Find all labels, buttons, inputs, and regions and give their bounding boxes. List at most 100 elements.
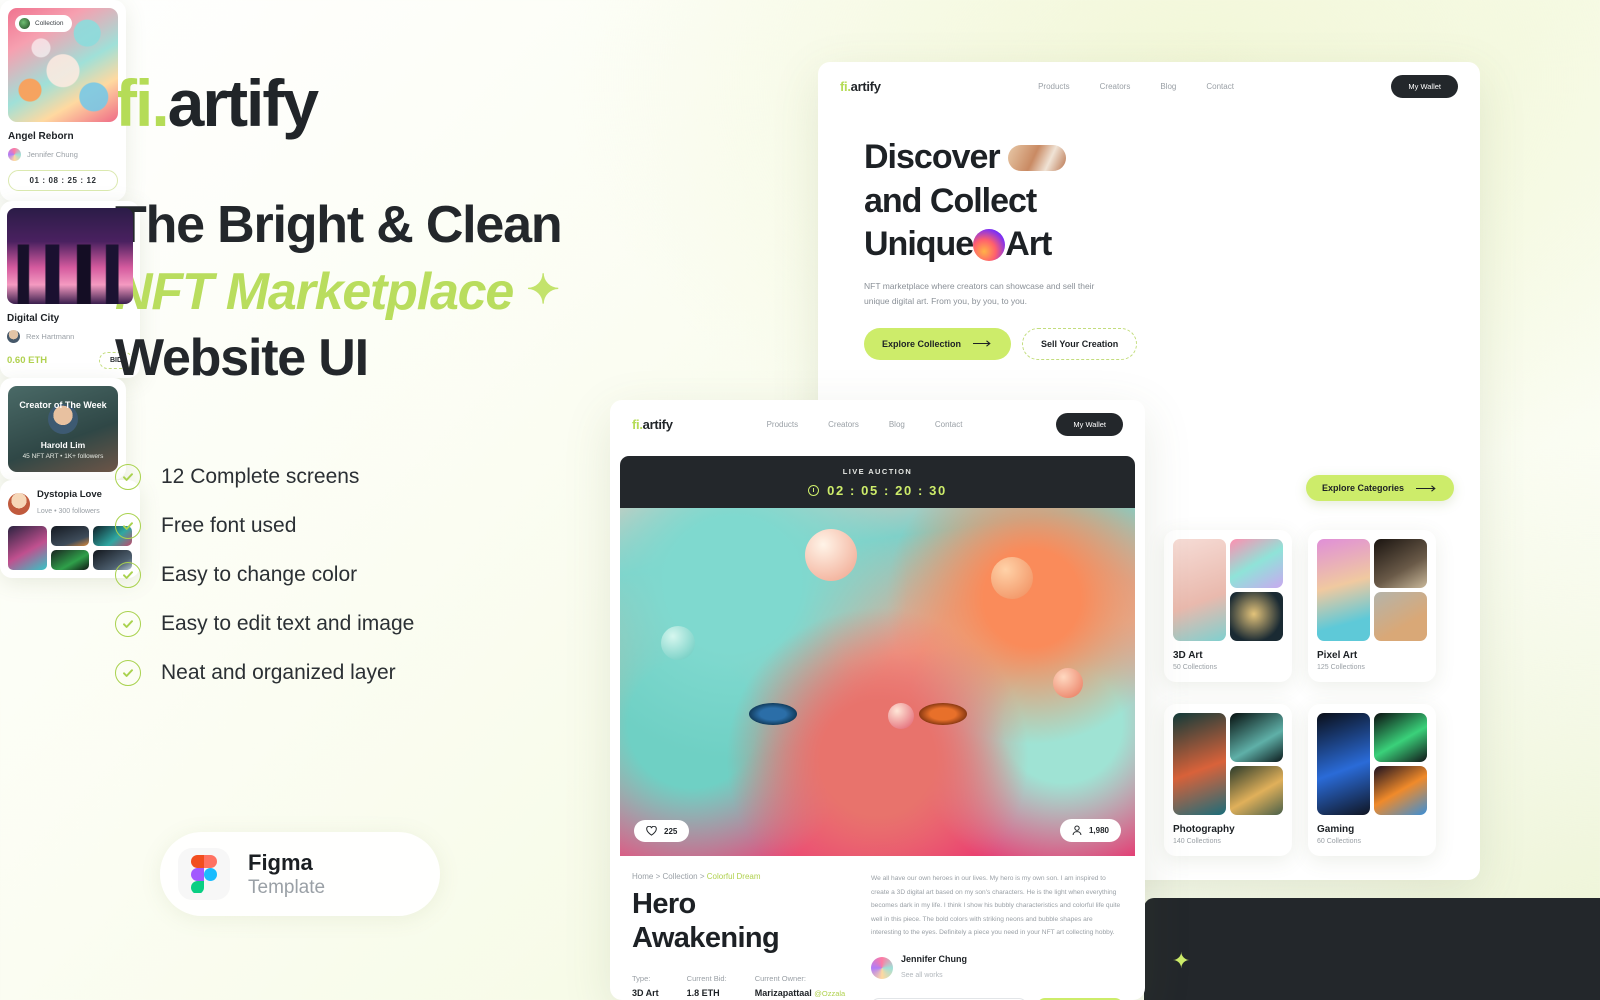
navbar: fi.artify Products Creators Blog Contact…	[610, 400, 1145, 448]
meta-value: 3D Art	[632, 987, 659, 998]
thumbnail	[1317, 539, 1370, 641]
check-icon	[115, 610, 141, 637]
explore-categories-label: Explore Categories	[1322, 483, 1405, 493]
breadcrumb-home[interactable]: Home	[632, 872, 653, 881]
meta-current-bid: Current Bid: 1.8 ETH	[687, 974, 727, 998]
figma-title: Figma	[248, 849, 313, 875]
character-eye	[918, 702, 967, 725]
thumbnail	[1230, 713, 1283, 762]
owner-handle: @Ozzala	[814, 988, 846, 998]
my-wallet-button[interactable]: My Wallet	[1056, 412, 1123, 436]
nft-card-angel-reborn[interactable]: Collection Angel Reborn Jennifer Chung 0…	[0, 0, 126, 201]
headline-line-2: NFT Marketplace	[115, 262, 514, 321]
figma-text: Figma Template	[248, 850, 325, 899]
nav-item-products[interactable]: Products	[767, 420, 799, 429]
meta-label: Type:	[632, 973, 651, 983]
detail-left-column: Home > Collection > Colorful Dream Hero …	[632, 872, 847, 1000]
feature-label: 12 Complete screens	[161, 464, 360, 488]
decorative-blob	[990, 556, 1033, 599]
logo-dot: .	[151, 66, 169, 140]
breadcrumb-collection[interactable]: Collection	[662, 872, 697, 881]
nav-item-creators[interactable]: Creators	[828, 420, 859, 429]
logo: fi.artify	[115, 70, 755, 136]
category-name: 3D Art	[1173, 650, 1203, 661]
page-title: The Bright & Clean NFT Marketplace ✦ Web…	[115, 192, 755, 392]
nav-item-blog[interactable]: Blog	[1160, 82, 1176, 91]
nft-title: Angel Reborn	[8, 131, 74, 142]
hero-pill-image	[1008, 145, 1067, 171]
hero-line-1: Discover	[864, 138, 1001, 176]
mockup-footer: ✦	[1144, 898, 1600, 1000]
author-name: Rex Hartmann	[26, 332, 75, 341]
category-thumbnails	[1173, 539, 1283, 641]
nav-item-creators[interactable]: Creators	[1100, 82, 1131, 91]
sparkle-icon: ✦	[1172, 948, 1191, 973]
feature-label: Neat and organized layer	[161, 660, 396, 684]
thumbnail	[1230, 766, 1283, 815]
headline-line-3: Website UI	[115, 329, 369, 388]
thumbnail	[1317, 713, 1370, 815]
my-wallet-button[interactable]: My Wallet	[1391, 74, 1458, 98]
sparkle-icon: ✦	[526, 267, 560, 312]
meta-current-owner: Current Owner: Marizapattaal @Ozzala	[755, 974, 846, 998]
navbar: fi.artify Products Creators Blog Contact…	[818, 62, 1480, 110]
nav-links: Products Creators Blog Contact	[767, 420, 963, 429]
thumbnail	[1230, 592, 1283, 641]
category-card-3d-art[interactable]: 3D Art 50 Collections	[1164, 530, 1292, 682]
countdown-timer: 01 : 08 : 25 : 12	[8, 170, 118, 191]
thumbnail	[50, 526, 90, 546]
breadcrumb: Home > Collection > Colorful Dream	[632, 872, 761, 881]
live-auction-label: LIVE AUCTION	[842, 467, 913, 476]
thumbnail	[1230, 539, 1283, 588]
meta-value: 1.8 ETH	[686, 987, 720, 998]
countdown-value: 02 : 05 : 20 : 30	[827, 483, 947, 498]
nav-links: Products Creators Blog Contact	[1038, 82, 1234, 91]
explore-collection-button[interactable]: Explore Collection	[864, 327, 1012, 360]
hero-line-3b: Art	[1005, 225, 1052, 264]
creator-of-the-week-card[interactable]: Creator of The Week Harold Lim 45 NFT AR…	[0, 378, 126, 480]
creator-artwork: Creator of The Week Harold Lim 45 NFT AR…	[8, 386, 118, 472]
nft-title: Hero Awakening	[632, 888, 780, 954]
nft-price: 0.60 ETH	[7, 355, 48, 366]
category-card-pixel-art[interactable]: Pixel Art 125 Collections	[1308, 530, 1436, 682]
category-card-photography[interactable]: Photography 140 Collections	[1164, 704, 1292, 856]
hero-paragraph: NFT marketplace where creators can showc…	[864, 280, 1095, 307]
nft-description: We all have our own heroes in our lives.…	[871, 875, 1121, 937]
avatar	[8, 148, 21, 161]
feature-label: Easy to change color	[161, 562, 358, 586]
check-icon	[115, 512, 141, 539]
category-thumbnails	[1173, 713, 1283, 815]
headline-line-1: The Bright & Clean	[115, 196, 563, 254]
sell-your-creation-button[interactable]: Sell Your Creation	[1022, 327, 1138, 360]
collection-header: Dystopia Love Love • 300 followers	[8, 489, 132, 518]
creator-name: Harold Lim	[40, 440, 86, 450]
author-name: Jennifer Chung	[27, 150, 78, 159]
hero-buttons: Explore Collection Sell Your Creation	[864, 327, 1452, 360]
likes-count: 225	[664, 826, 678, 836]
breadcrumb-current: Colorful Dream	[706, 872, 761, 881]
meta-label: Current Bid:	[686, 973, 727, 983]
nav-item-blog[interactable]: Blog	[889, 420, 905, 429]
figma-subtitle: Template	[248, 876, 326, 898]
thumbnail	[50, 550, 90, 570]
avatar	[7, 330, 20, 343]
collection-label: Collection	[35, 20, 64, 27]
nav-item-contact[interactable]: Contact	[1206, 82, 1234, 91]
auction-countdown: 02 : 05 : 20 : 30	[620, 483, 1135, 498]
category-thumbnails	[1317, 713, 1427, 815]
nft-artwork: Collection	[8, 8, 118, 122]
hero-circle-image	[973, 229, 1006, 262]
category-card-gaming[interactable]: Gaming 60 Collections	[1308, 704, 1436, 856]
nft-meta-row: Type: 3D Art Current Bid: 1.8 ETH Curren…	[632, 974, 847, 998]
explore-categories-button[interactable]: Explore Categories	[1306, 475, 1455, 501]
meta-type: Type: 3D Art	[632, 974, 659, 998]
category-count: 60 Collections	[1317, 838, 1361, 845]
see-all-works-link[interactable]: See all works	[901, 972, 943, 979]
arrow-right-icon	[1416, 484, 1436, 492]
nav-item-products[interactable]: Products	[1038, 82, 1070, 91]
logo-prefix: fi	[115, 66, 153, 140]
likes-badge: 225	[634, 820, 690, 842]
nav-item-contact[interactable]: Contact	[935, 420, 963, 429]
thumbnail	[1374, 539, 1427, 588]
live-auction-banner: LIVE AUCTION 02 : 05 : 20 : 30	[620, 456, 1135, 508]
